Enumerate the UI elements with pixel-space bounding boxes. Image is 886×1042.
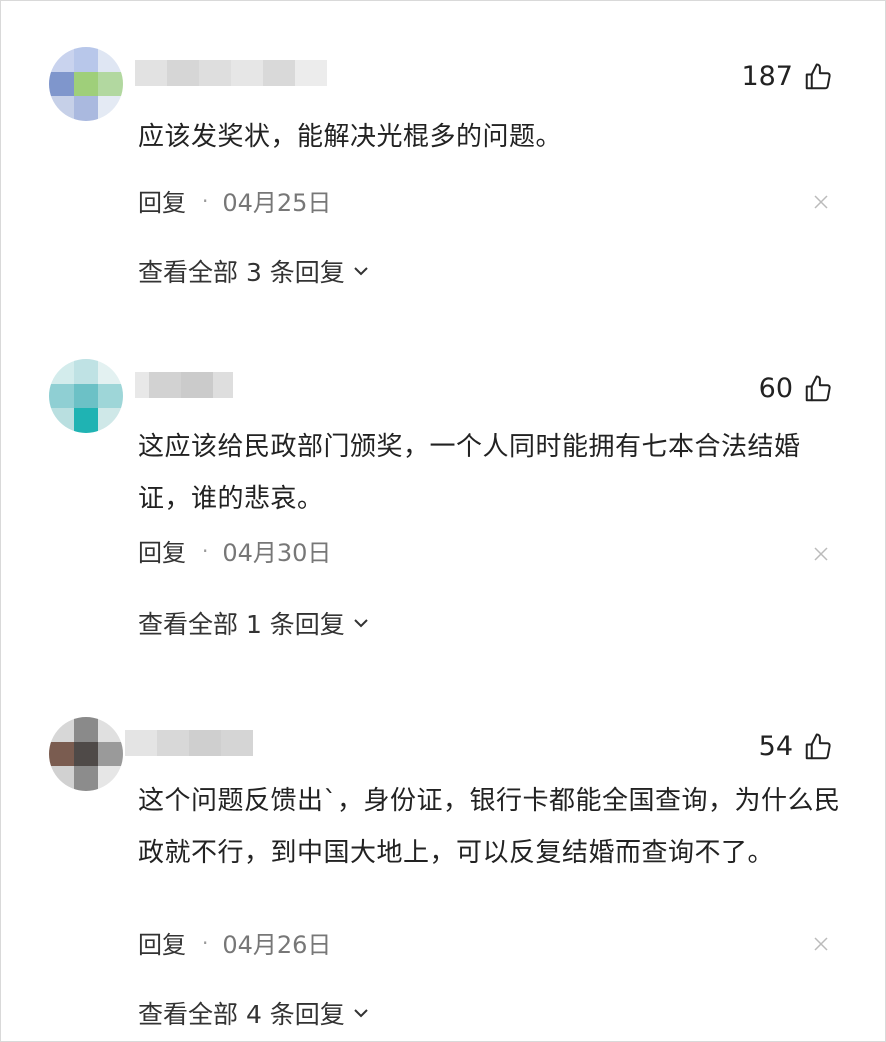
close-icon[interactable] (812, 935, 830, 953)
avatar[interactable] (49, 359, 123, 433)
username-blurred[interactable] (135, 365, 233, 405)
thumbs-up-icon[interactable] (803, 62, 833, 92)
avatar[interactable] (49, 717, 123, 791)
comment-date: 04月25日 (222, 189, 332, 217)
meta-separator: · (202, 930, 209, 955)
comment-meta: 回复 · 04月25日 (138, 183, 331, 218)
meta-separator: · (202, 188, 209, 213)
like-count: 54 (758, 731, 793, 762)
reply-button[interactable]: 回复 (138, 925, 186, 960)
close-icon[interactable] (812, 193, 830, 211)
username-blurred[interactable] (135, 53, 327, 93)
close-icon[interactable] (812, 545, 830, 563)
thumbs-up-icon[interactable] (803, 732, 833, 762)
view-replies-label: 查看全部 1 条回复 (138, 610, 345, 639)
view-replies-button[interactable]: 查看全部 4 条回复 (138, 995, 371, 1031)
like-count-area[interactable]: 54 (759, 731, 833, 762)
like-count: 60 (758, 373, 793, 404)
reply-button[interactable]: 回复 (138, 533, 186, 568)
comment-text: 这应该给民政部门颁奖，一个人同时能拥有七本合法结婚证，谁的悲哀。 (138, 432, 801, 514)
comment-text: 应该发奖状，能解决光棍多的问题。 (138, 122, 563, 152)
reply-button[interactable]: 回复 (138, 183, 186, 218)
like-count-area[interactable]: 187 (741, 61, 833, 92)
username-blurred[interactable] (125, 723, 253, 763)
like-count: 187 (741, 61, 793, 92)
comment-date: 04月30日 (222, 539, 332, 567)
view-replies-label: 查看全部 3 条回复 (138, 258, 345, 287)
comment-date: 04月26日 (222, 931, 332, 959)
thumbs-up-icon[interactable] (803, 374, 833, 404)
meta-separator: · (202, 538, 209, 563)
comment-text: 这个问题反馈出`，身份证，银行卡都能全国查询，为什么民政就不行，到中国大地上，可… (138, 786, 841, 868)
view-replies-button[interactable]: 查看全部 3 条回复 (138, 253, 371, 289)
chevron-down-icon (354, 267, 368, 276)
chevron-down-icon (354, 619, 368, 628)
view-replies-button[interactable]: 查看全部 1 条回复 (138, 605, 371, 641)
chevron-down-icon (354, 1009, 368, 1018)
view-replies-label: 查看全部 4 条回复 (138, 1000, 345, 1029)
comment-meta: 回复 · 04月30日 (138, 533, 331, 568)
comment-meta: 回复 · 04月26日 (138, 925, 331, 960)
comment-list: 187 应该发奖状，能解决光棍多的问题。 回复 · 04月25日 查看全部 3 … (0, 0, 886, 1042)
like-count-area[interactable]: 60 (759, 373, 833, 404)
avatar[interactable] (49, 47, 123, 121)
